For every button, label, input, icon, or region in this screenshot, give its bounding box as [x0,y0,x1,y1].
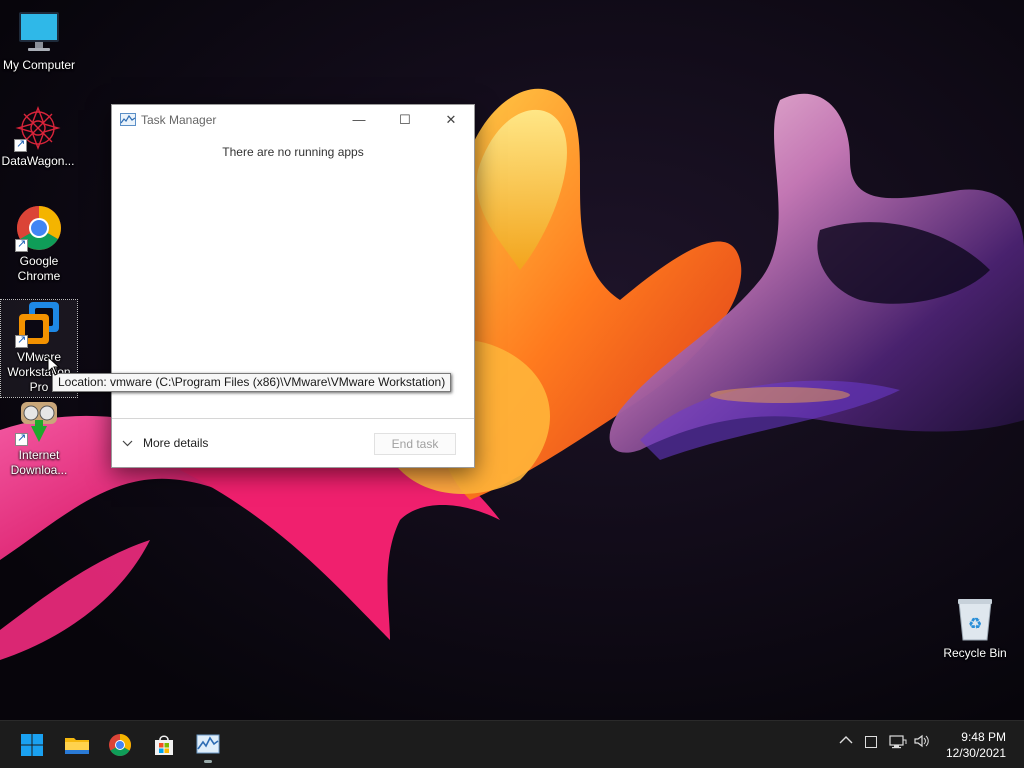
minimize-button[interactable]: — [336,105,382,135]
desktop-icon-label: My Computer [2,58,76,72]
start-button[interactable] [15,729,49,761]
clock-time: 9:48 PM [961,730,1006,744]
shortcut-location-tooltip: Location: vmware (C:\Program Files (x86)… [52,373,452,392]
end-task-button[interactable]: End task [374,433,456,455]
windows-logo-icon [21,734,43,756]
taskbar-file-explorer[interactable] [59,729,93,761]
system-clock[interactable]: 9:48 PM 12/30/2021 [946,729,1006,761]
chevron-down-icon [122,436,133,450]
mouse-cursor-icon [47,356,61,376]
datawagon-icon [14,104,62,152]
desktop-icon-recycle-bin[interactable]: ♻ Recycle Bin [937,596,1013,661]
shortcut-arrow-icon [15,237,28,252]
taskbar-task-manager[interactable] [191,729,225,763]
shortcut-arrow-icon [15,333,28,348]
desktop-icon-label: Recycle Bin [943,646,1007,660]
monitor-icon [15,8,63,56]
desktop-icon-my-computer[interactable]: My Computer [1,8,77,73]
desktop-icon-label: DataWagon... [1,154,75,168]
more-details-toggle[interactable]: More details [122,436,208,450]
tray-app-icon[interactable] [865,736,877,752]
taskbar: 9:48 PM 12/30/2021 [0,720,1024,768]
desktop-icon-google-chrome[interactable]: Google Chrome [1,204,77,284]
network-icon[interactable] [889,735,907,753]
more-details-label: More details [143,436,209,450]
task-manager-window[interactable]: Task Manager — ☐ ✕ There are no running … [111,104,475,468]
shortcut-arrow-icon [14,137,27,152]
desktop-icon-label: Internet Downloa... [10,448,68,477]
taskbar-microsoft-store[interactable] [147,729,181,761]
clock-date: 12/30/2021 [945,746,1006,760]
title-bar[interactable]: Task Manager — ☐ ✕ [112,105,474,135]
task-manager-app-icon [120,113,136,126]
desktop-icon-datawagon[interactable]: DataWagon... [0,104,76,169]
recycle-bin-icon: ♻ [951,596,999,644]
close-button[interactable]: ✕ [428,105,474,135]
volume-icon[interactable] [914,734,930,752]
window-title: Task Manager [141,113,217,127]
internet-download-manager-icon [15,398,63,446]
taskbar-chrome[interactable] [103,729,137,761]
folder-icon [65,738,89,754]
store-bag-icon [155,735,173,755]
desktop-icon-internet-download-manager[interactable]: Internet Downloa... [1,398,77,478]
chrome-icon [15,204,63,252]
show-hidden-icons-button[interactable] [839,734,853,749]
task-manager-footer: More details End task [112,418,474,467]
svg-text:♻: ♻ [968,614,982,633]
task-manager-icon [196,734,220,754]
active-app-indicator [204,760,212,763]
empty-apps-message: There are no running apps [222,145,364,159]
desktop-icon-label: Google Chrome [17,254,61,283]
chrome-icon [109,734,131,756]
maximize-button[interactable]: ☐ [382,105,428,135]
shortcut-arrow-icon [15,431,28,446]
vmware-icon [15,300,63,348]
